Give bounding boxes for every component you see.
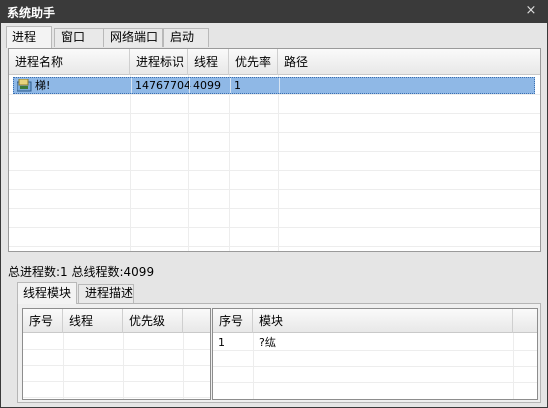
module-list[interactable]: 序号 模块 1 ?纮	[212, 308, 538, 400]
module-name-cell: ?纮	[259, 336, 276, 349]
tab-thread-modules[interactable]: 线程模块	[17, 282, 77, 304]
table-row[interactable]: 梯! 14767704 4099 1	[13, 77, 535, 94]
tab-process-description[interactable]: 进程描述	[78, 284, 134, 303]
title-bar[interactable]: 系统助手 ×	[1, 1, 547, 23]
module-index-cell: 1	[218, 336, 225, 349]
column-header-module-index[interactable]: 序号	[213, 309, 253, 333]
process-grid	[9, 75, 540, 251]
column-header-threads[interactable]: 线程	[188, 49, 229, 75]
column-header-thread[interactable]: 线程	[63, 309, 123, 333]
process-list-header: 进程名称 进程标识 线程 优先率 路径	[9, 49, 540, 75]
thread-list-header: 序号 线程 优先级	[23, 309, 210, 333]
status-text: 总进程数:1 总线程数:4099	[8, 265, 155, 279]
pid-cell: 14767704	[135, 79, 191, 92]
thread-list[interactable]: 序号 线程 优先级	[22, 308, 211, 400]
column-header-module[interactable]: 模块	[253, 309, 513, 333]
path-cell	[280, 78, 530, 93]
window-title: 系统助手	[7, 6, 56, 20]
column-header-process-name[interactable]: 进程名称	[9, 49, 130, 75]
threads-cell: 4099	[193, 79, 221, 92]
column-header-pid[interactable]: 进程标识	[130, 49, 188, 75]
priority-cell: 1	[234, 79, 241, 92]
tab-startup[interactable]: 启动	[163, 28, 209, 47]
column-header-priority-level[interactable]: 优先级	[123, 309, 183, 333]
process-icon	[17, 79, 32, 92]
close-icon[interactable]: ×	[523, 3, 539, 19]
process-name-cell: 梯!	[35, 79, 51, 92]
column-header-index[interactable]: 序号	[23, 309, 63, 333]
tab-window[interactable]: 窗口	[54, 28, 104, 47]
tab-process[interactable]: 进程	[6, 26, 52, 48]
system-helper-window: 系统助手 × 进程 窗口 网络端口 启动 进程名称 进程标识 线程 优先率 路径	[0, 0, 548, 408]
process-list[interactable]: 进程名称 进程标识 线程 优先率 路径 梯! 14767704 4099 1	[8, 48, 541, 252]
thread-modules-panel: 序号 线程 优先级 序号 模块 1 ?纮	[17, 303, 541, 403]
module-list-header: 序号 模块	[213, 309, 537, 333]
column-header-priority[interactable]: 优先率	[229, 49, 278, 75]
column-header-path[interactable]: 路径	[278, 49, 540, 75]
tab-network-port[interactable]: 网络端口	[103, 28, 163, 47]
